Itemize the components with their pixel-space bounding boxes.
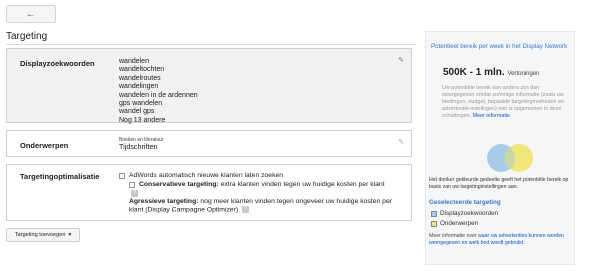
reach-unit: Vertoningen <box>507 71 540 77</box>
reach-title: Potentieel bereik per week in het Displa… <box>431 43 568 50</box>
optimization-label: Targetingoptimalisatie <box>20 172 100 181</box>
reach-description: Uw potentiële bereik kan anders zijn dan… <box>442 85 570 120</box>
pencil-icon[interactable]: ✎ <box>398 56 404 64</box>
selected-targeting-title: Geselecteerde targeting <box>429 199 501 206</box>
chevron-down-icon: ▾ <box>68 232 72 238</box>
more-info-text: Meer informatie over waar uw advertentie… <box>429 233 569 246</box>
venn-note: Het donker gekleurde gedeelte geeft het … <box>429 177 569 190</box>
more-info-prefix: Meer informatie over <box>429 233 477 239</box>
topics-label: Onderwerpen <box>20 141 69 150</box>
keyword-item: wandelingen <box>119 83 159 91</box>
more-info-link[interactable]: Meer informatie <box>473 113 510 119</box>
keyword-list: wandelen wandeltochten wandelroutes wand… <box>119 58 198 125</box>
keyword-item: wandelen in de ardennen <box>119 91 198 99</box>
conservative-title: Conservatieve targeting: <box>139 181 219 188</box>
legend-swatch <box>431 210 437 217</box>
title-divider <box>6 44 416 45</box>
reach-estimate: 500K - 1 mln. Vertoningen <box>443 67 540 78</box>
keyword-item: wandel gps <box>119 108 155 116</box>
aggressive-option[interactable]: Agressieve targeting: nog meer klanten v… <box>129 198 405 214</box>
legend-swatch <box>431 220 437 227</box>
add-targeting-button[interactable]: Targeting toevoegen ▾ <box>6 228 80 242</box>
help-icon[interactable]: ? <box>131 190 138 197</box>
legend-label: Displayzoekwoorden <box>440 210 499 217</box>
reach-panel: Potentieel bereik per week in het Displa… <box>425 31 575 265</box>
arrow-left-icon: ← <box>26 8 36 20</box>
aggressive-title: Agressieve targeting: <box>129 198 199 205</box>
back-button[interactable]: ← <box>6 5 56 23</box>
keyword-item: gps wandelen <box>119 100 163 108</box>
conservative-checkbox[interactable] <box>129 182 135 188</box>
keyword-item: wandeltochten <box>119 66 165 74</box>
keyword-item: wandelroutes <box>119 74 161 82</box>
auto-targeting-checkbox[interactable] <box>119 173 125 179</box>
reach-value: 500K - 1 mln. <box>443 67 505 78</box>
legend-label: Onderwerpen <box>440 220 479 227</box>
help-icon[interactable]: ? <box>242 206 250 213</box>
add-targeting-label: Targeting toevoegen <box>14 232 66 238</box>
venn-diagram-icon <box>487 144 533 172</box>
conservative-option[interactable]: Conservatieve targeting: extra klanten v… <box>129 181 409 189</box>
targeting-optimization-section: Targetingoptimalisatie AdWords automatis… <box>6 164 412 221</box>
topic-value: Tijdschriften <box>119 142 158 151</box>
legend-item: Onderwerpen <box>431 220 478 227</box>
conservative-text: extra klanten vinden tegen uw huidige ko… <box>220 181 385 188</box>
display-keywords-section[interactable]: Displayzoekwoorden wandelen wandeltochte… <box>6 48 412 125</box>
pencil-icon[interactable]: ✎ <box>398 138 404 146</box>
topics-section[interactable]: Onderwerpen Boeken en literatuur Tijdsch… <box>6 130 412 157</box>
auto-targeting-option[interactable]: AdWords automatisch nieuwe klanten laten… <box>119 172 283 180</box>
page-title: Targeting <box>6 31 48 42</box>
keyword-item: wandelen <box>119 58 149 65</box>
legend-item: Displayzoekwoorden <box>431 210 498 217</box>
display-keywords-label: Displayzoekwoorden <box>20 59 95 68</box>
auto-targeting-label: AdWords automatisch nieuwe klanten laten… <box>129 172 284 179</box>
more-keywords: Nog 13 andere <box>119 116 166 124</box>
